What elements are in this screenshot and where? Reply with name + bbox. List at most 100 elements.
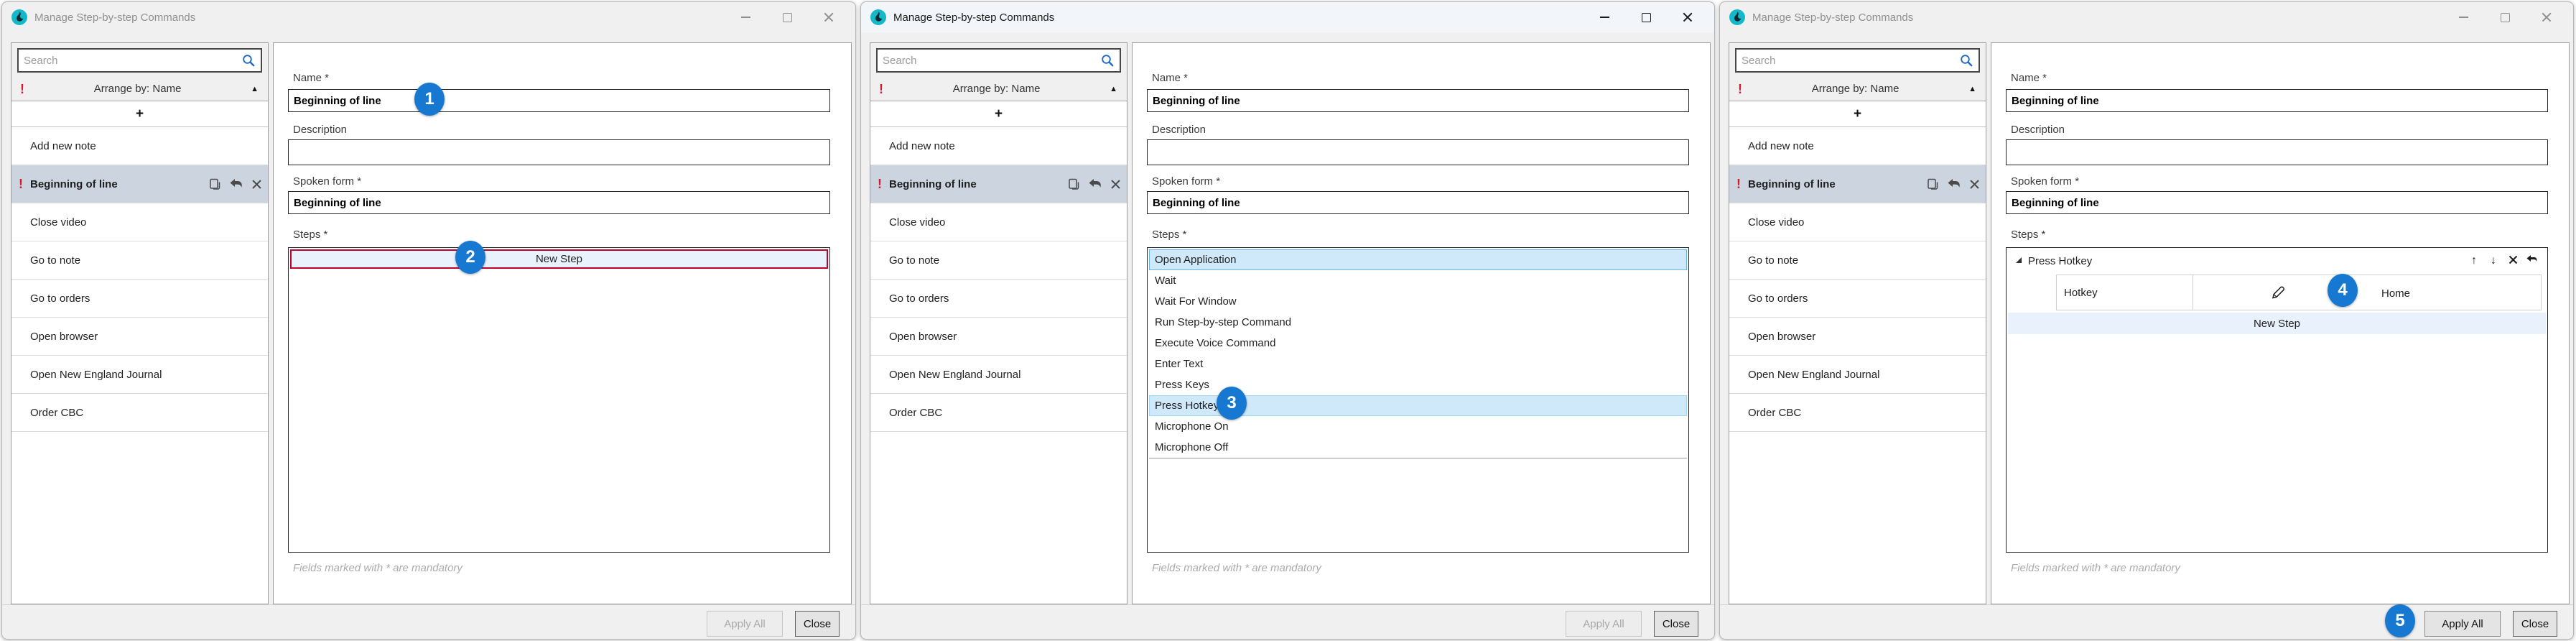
undo-icon[interactable] bbox=[1947, 178, 1962, 190]
search-icon[interactable] bbox=[1100, 53, 1115, 68]
add-command-button[interactable]: + bbox=[11, 101, 268, 127]
arrange-by-header[interactable]: ! Arrange by: Name ▲ bbox=[1729, 77, 1986, 101]
command-list-item[interactable]: Go to note bbox=[1729, 241, 1986, 280]
delete-icon[interactable] bbox=[251, 179, 262, 190]
command-list-item[interactable]: Close video bbox=[11, 203, 268, 241]
name-field[interactable]: Beginning of line bbox=[2006, 89, 2548, 112]
arrange-by-header[interactable]: ! Arrange by: Name ▲ bbox=[11, 77, 268, 101]
step-type-microphone-off[interactable]: Microphone Off bbox=[1149, 437, 1687, 458]
command-list-item[interactable]: Close video bbox=[1729, 203, 1986, 241]
search-icon[interactable] bbox=[241, 53, 256, 68]
arrange-by-header[interactable]: ! Arrange by: Name ▲ bbox=[870, 77, 1127, 101]
command-list-item[interactable]: Open New England Journal bbox=[870, 356, 1127, 394]
step-type-execute-voice-command[interactable]: Execute Voice Command bbox=[1149, 333, 1687, 354]
minimize-button[interactable] bbox=[1584, 2, 1625, 32]
add-command-button[interactable]: + bbox=[870, 101, 1127, 127]
spoken-form-field[interactable]: Beginning of line bbox=[2006, 191, 2548, 214]
command-list-item[interactable]: Open browser bbox=[1729, 318, 1986, 356]
arrange-by-label: Arrange by: Name bbox=[24, 83, 251, 95]
minimize-button[interactable] bbox=[2442, 2, 2484, 32]
command-list-item[interactable]: Order CBC bbox=[870, 394, 1127, 432]
expander-triangle-icon[interactable] bbox=[2016, 257, 2022, 263]
close-button[interactable]: Close bbox=[1654, 611, 1698, 637]
annotation-badge-1: 1 bbox=[414, 83, 445, 116]
apply-all-button[interactable]: Apply All bbox=[1566, 611, 1642, 637]
mandatory-note: Fields marked with * are mandatory bbox=[2011, 562, 2180, 574]
command-list-item[interactable]: Close video bbox=[870, 203, 1127, 241]
step-type-enter-text[interactable]: Enter Text bbox=[1149, 354, 1687, 374]
command-list-item-selected[interactable]: ! Beginning of line bbox=[1729, 165, 1986, 203]
command-list-item[interactable]: Open New England Journal bbox=[1729, 356, 1986, 394]
command-list-item-selected[interactable]: ! Beginning of line bbox=[870, 165, 1127, 203]
copy-icon[interactable] bbox=[1926, 177, 1940, 191]
description-field[interactable] bbox=[288, 139, 830, 165]
move-step-up-icon[interactable]: ↑ bbox=[2468, 252, 2480, 269]
step-press-hotkey-header[interactable]: Press Hotkey ↑ ↓ bbox=[2008, 249, 2546, 272]
undo-step-icon[interactable] bbox=[2526, 252, 2539, 269]
minimize-button[interactable] bbox=[725, 2, 766, 32]
command-list-item[interactable]: Order CBC bbox=[11, 394, 268, 432]
delete-icon[interactable] bbox=[1110, 179, 1121, 190]
titlebar[interactable]: Manage Step-by-step Commands bbox=[861, 2, 1714, 32]
hotkey-value: Home bbox=[2381, 275, 2410, 311]
command-list-item[interactable]: Go to note bbox=[870, 241, 1127, 280]
mandatory-note: Fields marked with * are mandatory bbox=[293, 562, 462, 574]
add-command-button[interactable]: + bbox=[1729, 101, 1986, 127]
undo-icon[interactable] bbox=[229, 178, 244, 190]
undo-icon[interactable] bbox=[1088, 178, 1103, 190]
step-type-run-step-by-step-command[interactable]: Run Step-by-step Command bbox=[1149, 312, 1687, 333]
search-input[interactable]: Search bbox=[876, 48, 1121, 73]
name-label: Name * bbox=[293, 72, 329, 84]
annotation-badge-5: 5 bbox=[2385, 604, 2415, 637]
hotkey-param-value-cell[interactable]: Home bbox=[2193, 275, 2542, 310]
search-input[interactable]: Search bbox=[17, 48, 262, 73]
edit-pencil-icon[interactable] bbox=[2269, 284, 2287, 301]
description-field[interactable] bbox=[2006, 139, 2548, 165]
close-window-button[interactable] bbox=[2526, 2, 2567, 32]
close-window-button[interactable] bbox=[1667, 2, 1708, 32]
step-type-wait-for-window[interactable]: Wait For Window bbox=[1149, 291, 1687, 312]
new-step-row[interactable]: New Step bbox=[290, 249, 828, 269]
command-list-item[interactable]: Go to note bbox=[11, 241, 268, 280]
step-type-wait[interactable]: Wait bbox=[1149, 270, 1687, 291]
command-list-item-selected[interactable]: ! Beginning of line bbox=[11, 165, 268, 203]
copy-icon[interactable] bbox=[1067, 177, 1081, 191]
command-list-item[interactable]: Open browser bbox=[870, 318, 1127, 356]
command-list-item[interactable]: Add new note bbox=[11, 127, 268, 165]
step-type-open-application[interactable]: Open Application bbox=[1149, 249, 1687, 270]
search-input[interactable]: Search bbox=[1735, 48, 1980, 73]
apply-all-button[interactable]: Apply All bbox=[707, 611, 783, 637]
titlebar[interactable]: Manage Step-by-step Commands bbox=[2, 2, 855, 32]
arrange-by-label: Arrange by: Name bbox=[1742, 83, 1968, 95]
close-button[interactable]: Close bbox=[2513, 611, 2557, 637]
spoken-form-field[interactable]: Beginning of line bbox=[288, 191, 830, 214]
command-list-item[interactable]: Go to orders bbox=[1729, 280, 1986, 318]
close-button[interactable]: Close bbox=[795, 611, 840, 637]
move-step-down-icon[interactable]: ↓ bbox=[2487, 252, 2500, 269]
app-logo-icon bbox=[870, 9, 887, 26]
copy-icon[interactable] bbox=[208, 177, 222, 191]
command-list-item[interactable]: Go to orders bbox=[870, 280, 1127, 318]
maximize-button[interactable] bbox=[766, 2, 808, 32]
apply-all-button[interactable]: Apply All bbox=[2424, 611, 2501, 637]
name-field[interactable]: Beginning of line bbox=[288, 89, 830, 112]
command-list-item[interactable]: Go to orders bbox=[11, 280, 268, 318]
description-field[interactable] bbox=[1147, 139, 1689, 165]
command-list-item[interactable]: Open browser bbox=[11, 318, 268, 356]
delete-icon[interactable] bbox=[1969, 179, 1980, 190]
close-window-button[interactable] bbox=[808, 2, 850, 32]
command-list-item[interactable]: Add new note bbox=[1729, 127, 1986, 165]
maximize-button[interactable] bbox=[2484, 2, 2526, 32]
search-icon[interactable] bbox=[1959, 53, 1973, 68]
spoken-form-field[interactable]: Beginning of line bbox=[1147, 191, 1689, 214]
titlebar[interactable]: Manage Step-by-step Commands bbox=[1720, 2, 2573, 32]
add-command-label: + bbox=[1854, 106, 1861, 122]
command-list-item[interactable]: Add new note bbox=[870, 127, 1127, 165]
command-list-item[interactable]: Order CBC bbox=[1729, 394, 1986, 432]
name-field[interactable]: Beginning of line bbox=[1147, 89, 1689, 112]
description-label: Description bbox=[1152, 124, 1206, 136]
maximize-button[interactable] bbox=[1625, 2, 1667, 32]
command-list-item[interactable]: Open New England Journal bbox=[11, 356, 268, 394]
new-step-row[interactable]: New Step bbox=[2008, 313, 2546, 334]
delete-step-icon[interactable] bbox=[2506, 252, 2519, 269]
